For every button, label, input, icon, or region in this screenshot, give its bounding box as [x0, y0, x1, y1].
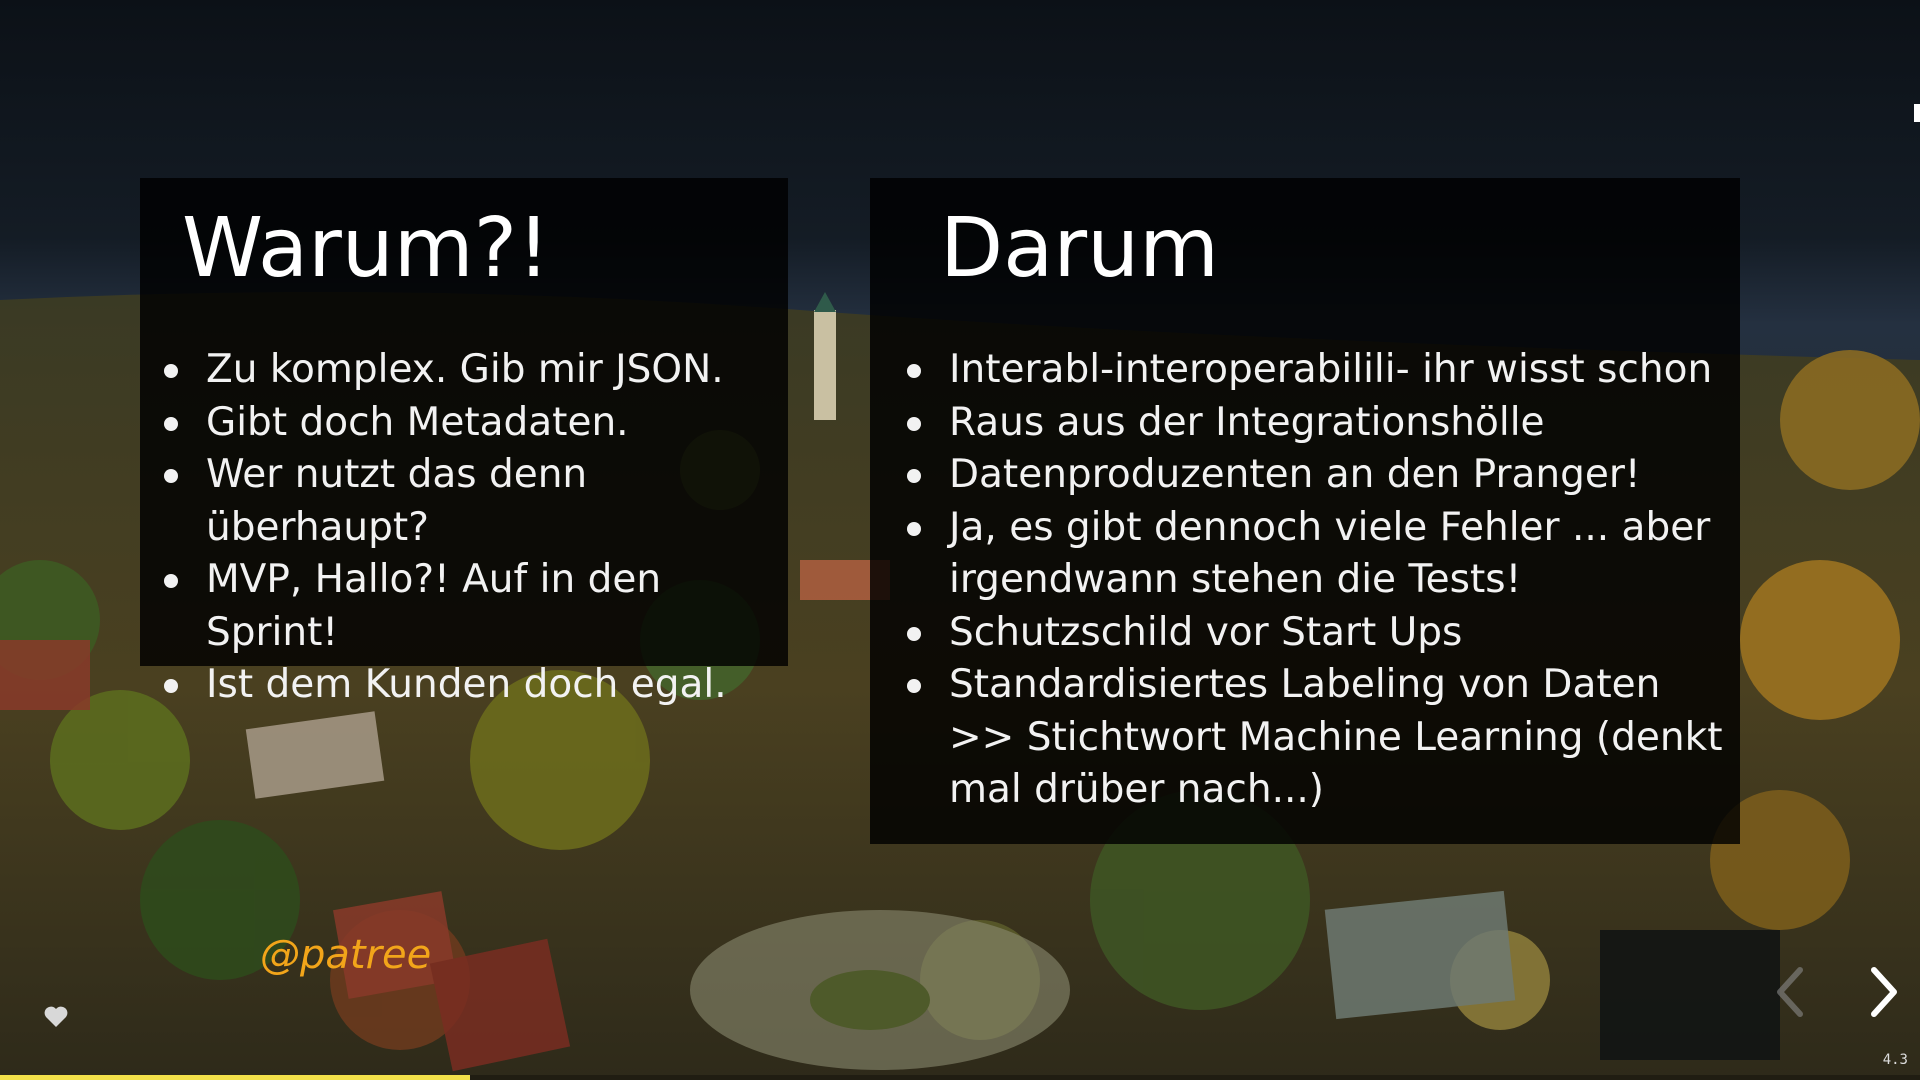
left-bullet-list: Zu komplex. Gib mir JSON. Gibt doch Meta… — [160, 344, 780, 712]
list-item: Ja, es gibt dennoch viele Fehler ... abe… — [903, 502, 1733, 607]
list-item: Standardisiertes Labeling von Daten >> S… — [903, 659, 1733, 817]
twitter-handle: @patree — [260, 932, 432, 978]
right-panel: Darum Interabl-interoperabilili- ihr wis… — [870, 178, 1740, 844]
chevron-left-icon — [1777, 967, 1803, 1017]
progress-fill — [0, 1075, 471, 1080]
progress-bar — [0, 1075, 1920, 1080]
left-panel-title: Warum?! — [182, 201, 551, 296]
next-slide-button[interactable] — [1862, 962, 1906, 1022]
presentation-slide: Warum?! Zu komplex. Gib mir JSON. Gibt d… — [0, 0, 1920, 1080]
like-button[interactable] — [40, 1002, 72, 1032]
left-panel: Warum?! Zu komplex. Gib mir JSON. Gibt d… — [140, 178, 788, 707]
heart-icon — [44, 1006, 68, 1027]
list-item: Zu komplex. Gib mir JSON. — [160, 344, 780, 397]
list-item: Datenproduzenten an den Pranger! — [903, 449, 1733, 502]
list-item: Gibt doch Metadaten. — [160, 397, 780, 450]
list-item: Wer nutzt das denn überhaupt? — [160, 449, 780, 554]
list-item: Schutzschild vor Start Ups — [903, 607, 1733, 660]
corner-marker — [1914, 104, 1920, 122]
previous-slide-button[interactable] — [1768, 962, 1812, 1022]
list-item: Interabl-interoperabilili- ihr wisst sch… — [903, 344, 1733, 397]
list-item: Raus aus der Integrationshölle — [903, 397, 1733, 450]
chevron-right-icon — [1871, 967, 1897, 1017]
list-item: Ist dem Kunden doch egal. — [160, 659, 780, 712]
list-item: MVP, Hallo?! Auf in den Sprint! — [160, 554, 780, 659]
right-bullet-list: Interabl-interoperabilili- ihr wisst sch… — [903, 344, 1733, 817]
slide-number: 4.3 — [1882, 1052, 1908, 1068]
right-panel-title: Darum — [940, 201, 1219, 296]
